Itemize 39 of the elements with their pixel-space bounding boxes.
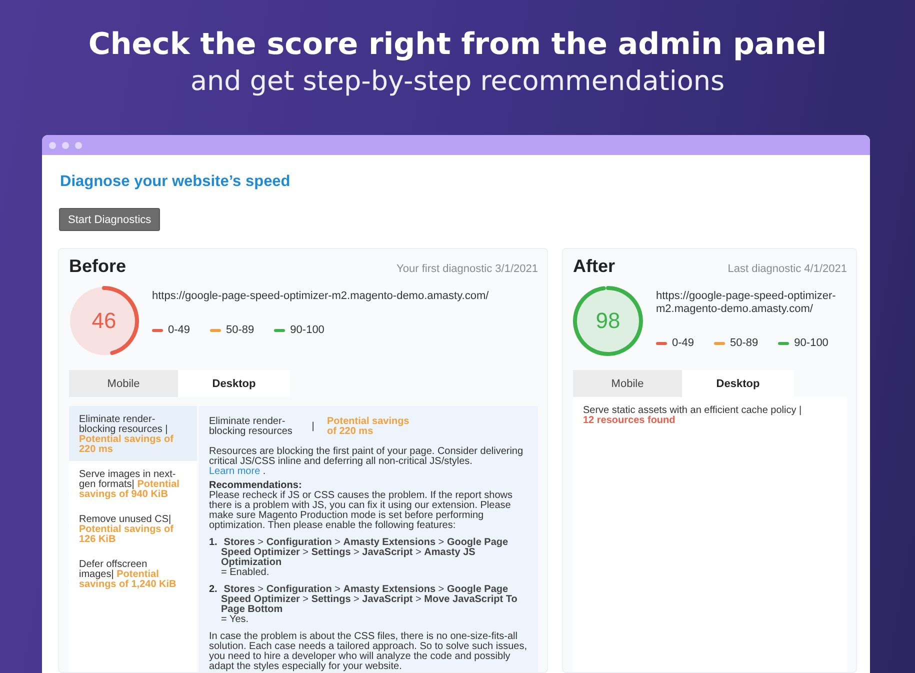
legend-label: 0-49 [168,324,190,337]
score-value: 98 [596,309,620,333]
report-title: Before [69,255,126,277]
site-url: https://google-page-speed-optimizer-m2.magento-demo.amasty.com/ [656,290,837,316]
recommendation-step: 2. Stores > Configuration > Amasty Extensions > Google Page Speed Optimizer > Settings > JavaScript > Move JavaScript To Page Bottom = Yes. [209,585,530,625]
issue-list-item[interactable]: Serve images in next-gen formats| Potential savings of 940 KiB [69,461,197,506]
banner-title: Check the score right from the admin panel [88,27,827,63]
score-value: 46 [92,309,116,333]
device-tab[interactable]: Mobile [573,370,682,397]
legend-label: 50-89 [226,324,254,337]
report-title: After [573,255,616,277]
legend-label: 0-49 [672,337,694,350]
issue-title: Eliminate render-blocking resources [209,417,294,437]
banner-subtitle: and get step-by-step recommendations [190,67,725,97]
recommendations-intro: Please recheck if JS or CSS causes the problem. If the report shows there is a problem with JS, you can fix it using our extension. Please make sure Magento Production mode is set before performing optimization. Then please enable the following features: [209,491,514,531]
window-dot-icon [75,142,82,148]
window-dot-icon [62,142,69,148]
device-tab[interactable]: Mobile [69,370,178,397]
diagnostic-date: Your first diagnostic 3/1/2021 [396,263,538,275]
legend-label: 90-100 [290,324,324,337]
issue-list-item[interactable]: Remove unused CS| Potential savings of 126 KiB [69,506,197,551]
start-diagnostics-button[interactable]: Start Diagnostics [59,208,160,231]
issue-list-item[interactable]: Defer offscreen images| Potential savings of 1,240 KiB [69,551,197,596]
pipe-separator: | [310,420,316,432]
recommendation-step: 1. Stores > Configuration > Amasty Extensions > Google Page Speed Optimizer > Settings > JavaScript > Amasty JS Optimization = Enabled. [209,538,530,578]
closing-note: In case the problem is about the CSS files, there is no one-size-fits-all solution. Each case needs a tailored approach. So to solve such issues, you need to hire a developer who will analyze the code and possibly adapt the styles especially for your website. [209,632,528,672]
window-dot-icon [49,142,56,148]
diagnostic-date: Last diagnostic 4/1/2021 [728,263,847,275]
issue-list-item[interactable]: Serve static assets with an efficient cache policy | 12 resources found [573,397,847,435]
site-url: https://google-page-speed-optimizer-m2.magento-demo.amasty.com/ [152,290,490,303]
issue-description: Resources are blocking the first paint of your page. Consider delivering critical JS/CSS inline and deferring all non-critical JS/styles. Learn more . [209,447,524,477]
recommendations-heading: Recommendations: [209,481,303,491]
issue-list-item[interactable]: Eliminate render-blocking resources | Potential savings of 220 ms [69,406,197,461]
legend-label: 50-89 [730,337,758,350]
page-heading: Diagnose your website’s speed [60,172,290,192]
device-tab[interactable]: Desktop [178,370,290,397]
legend-label: 90-100 [794,337,828,350]
device-tab[interactable]: Desktop [682,370,794,397]
savings-text: Potential savings of 220 ms [327,417,410,437]
